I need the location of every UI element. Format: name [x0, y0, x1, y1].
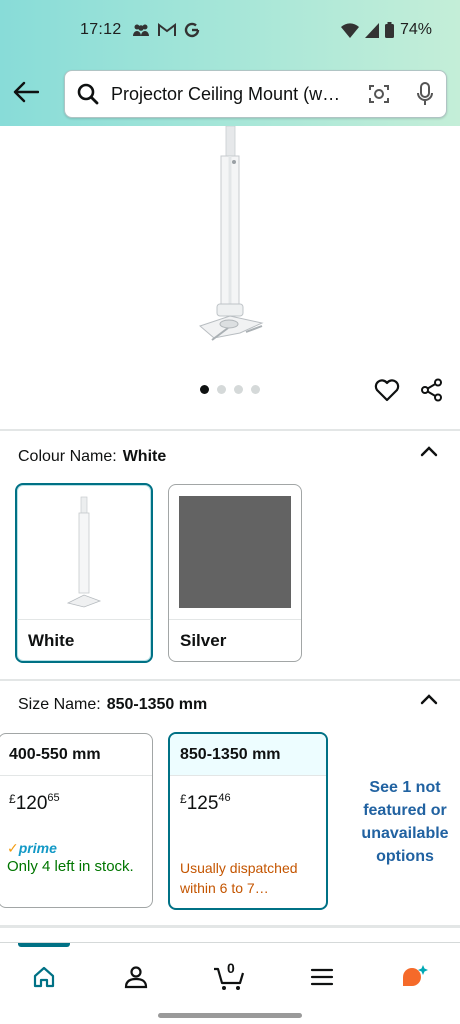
- bottom-nav: 0: [0, 942, 460, 1024]
- camera-search-icon[interactable]: [368, 83, 390, 105]
- product-photo: [199, 125, 264, 341]
- gmail-icon: [157, 23, 176, 36]
- swatch-image: [169, 485, 301, 619]
- pagination-dot[interactable]: [217, 385, 226, 394]
- colour-collapse-button[interactable]: [420, 444, 438, 462]
- status-time: 17:12: [80, 21, 122, 38]
- status-right: 74%: [340, 21, 432, 39]
- chevron-up-icon: [420, 446, 438, 457]
- rufus-icon: [403, 965, 428, 986]
- availability: Only 4 left in stock.: [7, 858, 134, 875]
- size-selected: 850-1350 mm: [106, 696, 208, 713]
- colour-option-silver[interactable]: Silver: [168, 484, 302, 662]
- search-tools: [368, 82, 434, 106]
- divider: [0, 429, 460, 431]
- account-icon: [124, 966, 148, 989]
- back-arrow-icon: [13, 81, 39, 103]
- nav-account[interactable]: [116, 957, 156, 997]
- swatch-image: [17, 485, 151, 619]
- colour-label: Colour Name:: [18, 448, 117, 465]
- prime-check-icon: ✓: [7, 840, 19, 856]
- colour-selected: White: [122, 448, 167, 465]
- white-mount-thumbnail: [66, 496, 102, 608]
- active-tab-indicator: [18, 943, 70, 947]
- wifi-icon: [340, 22, 359, 38]
- swatch-label: White: [17, 619, 151, 661]
- share-button[interactable]: [420, 378, 444, 407]
- nav-home[interactable]: [24, 957, 64, 997]
- chevron-up-icon: [420, 694, 438, 705]
- size-option-name: 850-1350 mm: [170, 734, 326, 776]
- app-header: 17:12 74% Projector Ceiling Mount (w…: [0, 0, 460, 126]
- colour-heading: Colour Name: White: [18, 448, 166, 466]
- nav-menu[interactable]: [302, 957, 342, 997]
- see-more-options-link[interactable]: See 1 not featured or unavailable option…: [350, 776, 460, 868]
- menu-icon: [310, 968, 334, 986]
- google-icon: [184, 22, 199, 38]
- nav-cart[interactable]: 0: [210, 957, 250, 997]
- divider: [0, 925, 460, 928]
- size-label: Size Name:: [18, 696, 101, 713]
- price: £12546: [180, 792, 231, 814]
- price: £12065: [9, 792, 60, 814]
- heart-icon: [374, 379, 400, 402]
- pagination-dot[interactable]: [251, 385, 260, 394]
- group-icon: [132, 24, 149, 36]
- gesture-bar: [158, 1013, 302, 1018]
- size-option-400-550[interactable]: 400-550 mm £12065 ✓prime Only 4 left in …: [0, 733, 153, 908]
- cart-count: 0: [227, 960, 235, 976]
- notification-icons: [132, 22, 200, 38]
- silver-swatch-square: [179, 496, 291, 608]
- swatch-label: Silver: [169, 619, 301, 661]
- search-query[interactable]: Projector Ceiling Mount (w…: [111, 84, 360, 105]
- pagination-dot[interactable]: [200, 385, 209, 394]
- battery-level: 74%: [399, 21, 432, 38]
- nav-rufus[interactable]: [394, 957, 434, 997]
- size-collapse-button[interactable]: [420, 692, 438, 710]
- battery-icon: [384, 22, 394, 38]
- size-heading: Size Name: 850-1350 mm: [18, 696, 207, 714]
- signal-icon: [364, 22, 379, 38]
- image-pagination: [200, 385, 260, 394]
- back-button[interactable]: [8, 74, 44, 110]
- wishlist-button[interactable]: [374, 378, 400, 407]
- status-bar: 17:12 74%: [80, 16, 432, 44]
- pagination-dot[interactable]: [234, 385, 243, 394]
- size-option-name: 400-550 mm: [0, 734, 152, 776]
- search-bar[interactable]: Projector Ceiling Mount (w…: [64, 70, 447, 118]
- colour-option-white[interactable]: White: [15, 483, 153, 663]
- prime-badge: ✓prime: [7, 840, 57, 856]
- size-option-850-1350[interactable]: 850-1350 mm £12546 Usually dispatched wi…: [168, 732, 328, 910]
- share-icon: [421, 378, 442, 402]
- microphone-icon[interactable]: [416, 82, 434, 106]
- divider: [0, 679, 460, 681]
- home-icon: [33, 966, 55, 988]
- search-icon: [77, 83, 99, 105]
- availability: Usually dispatched within 6 to 7…: [180, 860, 298, 896]
